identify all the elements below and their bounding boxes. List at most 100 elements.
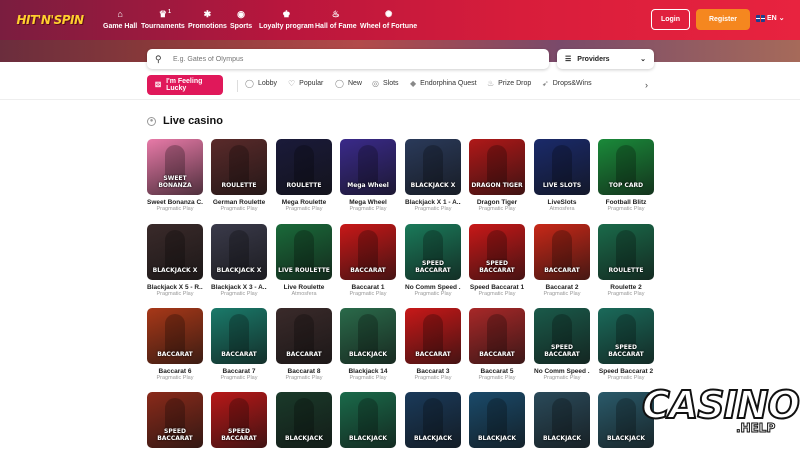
game-art-title: BLACKJACK — [348, 351, 388, 358]
category-tab-slots[interactable]: ◎ Slots — [372, 79, 399, 88]
nav-item-wheel-of-fortune[interactable]: ✺ Wheel of Fortune — [360, 8, 417, 30]
game-provider: Pragmatic Play — [156, 206, 194, 212]
nav-item-hall-of-fame[interactable]: ♨ Hall of Fame — [315, 8, 357, 30]
game-tile[interactable]: BLACKJACK X Blackjack X 3 - A... Pragmatic… — [211, 224, 267, 297]
site-logo[interactable]: HIT'N'SPIN — [16, 9, 84, 31]
game-thumbnail[interactable]: SPEED BACCARAT — [469, 224, 525, 280]
game-tile[interactable]: BLACKJACK — [534, 392, 590, 448]
game-tile[interactable]: SPEED BACCARAT No Comm Speed ... Pragmatic… — [405, 224, 461, 297]
game-tile[interactable]: SPEED BACCARAT No Comm Speed ... Pragmatic… — [534, 308, 590, 381]
game-art-title: BACCARAT — [350, 267, 386, 274]
game-tile[interactable]: SPEED BACCARAT Speed Baccarat 2 Pragmatic … — [598, 308, 654, 381]
game-thumbnail[interactable]: BACCARAT — [147, 308, 203, 364]
category-tab-endorphina-quest[interactable]: ◆ Endorphina Quest — [410, 79, 477, 88]
language-selector[interactable]: EN ⌄ — [756, 14, 785, 22]
game-tile[interactable]: DRAGON TIGER Dragon Tiger Pragmatic Play — [469, 139, 525, 212]
game-thumbnail[interactable]: ROULETTE — [211, 139, 267, 195]
category-tab-drops-wins[interactable]: ➹ Drops&Wins — [542, 79, 592, 88]
nav-label: Wheel of Fortune — [360, 23, 418, 30]
game-thumbnail[interactable]: SPEED BACCARAT — [534, 308, 590, 364]
game-tile[interactable]: BACCARAT Baccarat 2 Pragmatic Play — [534, 224, 590, 297]
game-art-title: ROULETTE — [608, 267, 644, 274]
game-tile[interactable]: BLACKJACK — [405, 392, 461, 448]
game-thumbnail[interactable]: BACCARAT — [340, 224, 396, 280]
nav-item-tournaments[interactable]: ♛ 1 Tournaments — [141, 8, 185, 30]
login-button[interactable]: Login — [651, 9, 690, 30]
search-input[interactable] — [173, 55, 533, 63]
game-tile[interactable]: SPEED BACCARAT — [211, 392, 267, 448]
providers-dropdown[interactable]: ☰ Providers ⌄ — [557, 49, 654, 69]
game-thumbnail[interactable]: BACCARAT — [276, 308, 332, 364]
category-tab-popular[interactable]: ♡ Popular — [288, 79, 323, 88]
game-tile[interactable]: Mega Wheel Mega Wheel Pragmatic Play — [340, 139, 396, 212]
nav-item-sports[interactable]: ◉ Sports — [230, 8, 252, 30]
game-tile[interactable]: BLACKJACK — [276, 392, 332, 448]
game-thumbnail[interactable]: BLACKJACK — [276, 392, 332, 448]
game-thumbnail[interactable]: SWEET BONANZA — [147, 139, 203, 195]
game-thumbnail[interactable]: BLACKJACK — [340, 392, 396, 448]
game-tile[interactable]: SWEET BONANZA Sweet Bonanza C... Pragmatic… — [147, 139, 203, 212]
game-thumbnail[interactable]: SPEED BACCARAT — [405, 224, 461, 280]
game-tile[interactable]: ROULETTE Mega Roulette Pragmatic Play — [276, 139, 332, 212]
game-thumbnail[interactable]: Mega Wheel — [340, 139, 396, 195]
game-name: Mega Roulette — [281, 199, 327, 206]
game-thumbnail[interactable]: SPEED BACCARAT — [147, 392, 203, 448]
game-thumbnail[interactable]: BLACKJACK — [340, 308, 396, 364]
game-tile[interactable]: BACCARAT Baccarat 8 Pragmatic Play — [276, 308, 332, 381]
game-thumbnail[interactable]: BLACKJACK — [534, 392, 590, 448]
game-thumbnail[interactable]: BLACKJACK — [469, 392, 525, 448]
providers-label: Providers — [577, 55, 610, 63]
nav-item-game-hall[interactable]: ⌂ Game Hall — [103, 8, 137, 30]
game-thumbnail[interactable]: SPEED BACCARAT — [211, 392, 267, 448]
game-thumbnail[interactable]: BLACKJACK — [405, 392, 461, 448]
game-art-title: SPEED BACCARAT — [544, 344, 580, 358]
game-tile[interactable]: BACCARAT Baccarat 7 Pragmatic Play — [211, 308, 267, 381]
game-thumbnail[interactable]: SPEED BACCARAT — [598, 308, 654, 364]
game-tile[interactable]: ROULETTE Roulette 2 Pragmatic Play — [598, 224, 654, 297]
game-tile[interactable]: TOP CARD Football Blitz Pragmatic Play — [598, 139, 654, 212]
scroll-right-arrow-icon[interactable]: › — [645, 80, 648, 90]
game-tile[interactable]: LIVE SLOTS LiveSlots Atmosfera — [534, 139, 590, 212]
game-tile[interactable]: BLACKJACK X Blackjack X 5 - R... Pragmatic… — [147, 224, 203, 297]
game-art-title: SWEET BONANZA — [158, 175, 192, 189]
game-thumbnail[interactable]: BLACKJACK X — [147, 224, 203, 280]
section-title: Live casino — [163, 115, 223, 127]
game-thumbnail[interactable]: ROULETTE — [276, 139, 332, 195]
game-tile[interactable]: SPEED BACCARAT — [147, 392, 203, 448]
category-divider — [237, 80, 238, 92]
game-thumbnail[interactable]: BLACKJACK X — [405, 139, 461, 195]
game-tile[interactable]: BACCARAT Baccarat 3 Pragmatic Play — [405, 308, 461, 381]
game-thumbnail[interactable]: BLACKJACK X — [211, 224, 267, 280]
game-thumbnail[interactable]: DRAGON TIGER — [469, 139, 525, 195]
game-tile[interactable]: BLACKJACK X Blackjack X 1 - A... Pragmatic… — [405, 139, 461, 212]
game-thumbnail[interactable]: TOP CARD — [598, 139, 654, 195]
game-tile[interactable]: ROULETTE German Roulette Pragmatic Play — [211, 139, 267, 212]
game-tile[interactable]: BLACKJACK — [469, 392, 525, 448]
game-thumbnail[interactable]: ROULETTE — [598, 224, 654, 280]
game-tile[interactable]: BACCARAT Baccarat 1 Pragmatic Play — [340, 224, 396, 297]
game-tile[interactable]: BLACKJACK Blackjack 14 Pragmatic Play — [340, 308, 396, 381]
game-tile[interactable]: LIVE ROULETTE Live Roulette Atmosfera — [276, 224, 332, 297]
game-tile[interactable]: BACCARAT Baccarat 6 Pragmatic Play — [147, 308, 203, 381]
game-tile[interactable]: BACCARAT Baccarat 5 Pragmatic Play — [469, 308, 525, 381]
category-tab-new[interactable]: ◯ New — [335, 79, 362, 88]
game-search[interactable]: ⚲ — [147, 49, 549, 69]
game-tile[interactable]: SPEED BACCARAT Speed Baccarat 1 Pragmatic … — [469, 224, 525, 297]
nav-item-loyalty-program[interactable]: ♚ Loyalty program — [259, 8, 314, 30]
game-thumbnail[interactable]: LIVE SLOTS — [534, 139, 590, 195]
game-art-title: LIVE SLOTS — [542, 182, 582, 189]
game-thumbnail[interactable]: BACCARAT — [534, 224, 590, 280]
feeling-lucky-button[interactable]: ⚄ I'm Feeling Lucky — [147, 75, 223, 95]
category-tab-lobby[interactable]: ◯ Lobby — [245, 79, 277, 88]
nav-item-promotions[interactable]: ✱ Promotions — [188, 8, 227, 30]
game-thumbnail[interactable]: BACCARAT — [405, 308, 461, 364]
game-thumbnail[interactable]: BACCARAT — [211, 308, 267, 364]
game-thumbnail[interactable]: LIVE ROULETTE — [276, 224, 332, 280]
game-thumbnail[interactable]: BACCARAT — [469, 308, 525, 364]
flame-icon: ♨ — [331, 9, 340, 19]
category-tab-prize-drop[interactable]: ♨ Prize Drop — [487, 79, 531, 88]
game-art-title: SPEED BACCARAT — [415, 260, 451, 274]
game-art-title: BLACKJACK X — [152, 267, 198, 274]
game-tile[interactable]: BLACKJACK — [340, 392, 396, 448]
register-button[interactable]: Register — [696, 9, 750, 30]
